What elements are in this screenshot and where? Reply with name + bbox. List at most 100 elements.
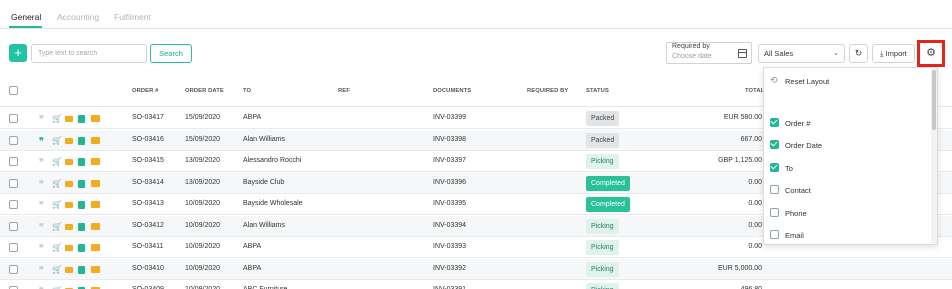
panel-scrollbar-thumb[interactable] (932, 70, 936, 130)
quote-icon[interactable]: ❞ (39, 179, 44, 188)
truck-icon[interactable] (65, 116, 73, 122)
payment-card-icon[interactable] (91, 136, 100, 144)
header-documents[interactable]: DOCUMENTS (433, 88, 471, 94)
payment-card-icon[interactable] (91, 222, 100, 230)
cart-icon[interactable]: 🛒 (52, 200, 62, 209)
invoice-number[interactable]: INV-03395 (433, 200, 466, 207)
import-button[interactable]: ⤓ Import (872, 44, 915, 63)
cart-icon[interactable]: 🛒 (52, 265, 62, 274)
search-button[interactable]: Search (150, 44, 192, 63)
required-by-date-picker[interactable]: Required by Choose date (666, 42, 752, 64)
invoice-number[interactable]: INV-03396 (433, 179, 466, 186)
header-ref[interactable]: REF (338, 88, 350, 94)
row-checkbox[interactable] (9, 178, 18, 188)
column-toggle-item[interactable]: Order Date (764, 135, 934, 155)
invoice-number[interactable]: INV-03398 (433, 136, 466, 143)
cart-icon[interactable]: 🛒 (52, 179, 62, 188)
row-checkbox[interactable] (9, 157, 18, 166)
invoice-icon[interactable] (78, 244, 85, 252)
column-toggle-item[interactable]: Contact (764, 180, 934, 200)
row-checkbox[interactable] (9, 264, 18, 274)
quote-icon[interactable]: ❞ (39, 115, 44, 124)
column-toggle-checkbox[interactable] (770, 230, 779, 239)
payment-card-icon[interactable] (91, 158, 100, 165)
row-checkbox[interactable] (9, 243, 18, 252)
truck-icon[interactable] (65, 266, 73, 273)
invoice-number[interactable]: INV-03392 (433, 265, 466, 272)
quote-icon[interactable]: ❞ (39, 222, 44, 231)
search-input[interactable] (31, 44, 147, 63)
payment-card-icon[interactable] (91, 201, 100, 208)
invoice-number[interactable]: INV-03394 (433, 222, 466, 229)
payment-card-icon[interactable] (91, 244, 100, 251)
column-toggle-item[interactable]: Order # (764, 113, 934, 133)
row-checkbox[interactable] (9, 114, 18, 123)
select-all-checkbox[interactable] (9, 86, 18, 95)
payment-card-icon[interactable] (91, 265, 100, 273)
column-toggle-checkbox[interactable] (770, 162, 779, 172)
header-total[interactable]: TOTAL (745, 88, 764, 94)
order-number[interactable]: SO-03411 (132, 243, 163, 250)
row-checkbox[interactable] (9, 221, 18, 231)
order-number[interactable]: SO-03417 (132, 114, 164, 121)
truck-icon[interactable] (65, 180, 73, 187)
invoice-number[interactable]: INV-03399 (433, 114, 466, 121)
cart-icon[interactable]: 🛒 (52, 222, 62, 231)
truck-icon[interactable] (65, 202, 73, 208)
reset-layout-item[interactable]: ⟲ Reset Layout (764, 71, 934, 91)
quote-icon[interactable]: ❞ (39, 158, 44, 167)
cart-icon[interactable]: 🛒 (52, 243, 62, 252)
invoice-number[interactable]: INV-03397 (433, 157, 466, 164)
column-toggle-item[interactable]: To (764, 158, 934, 178)
quote-icon[interactable]: ❞ (39, 265, 44, 274)
invoice-icon[interactable] (78, 222, 85, 231)
invoice-icon[interactable] (78, 179, 85, 188)
table-row[interactable]: ❞ 🛒 SO-03410 10/09/2020 ABPA INV-03392 Picking… (0, 258, 952, 280)
column-toggle-checkbox[interactable] (770, 118, 779, 127)
quote-icon[interactable]: ❞ (39, 244, 44, 253)
invoice-icon[interactable] (78, 265, 85, 274)
quote-icon[interactable]: ❞ (39, 201, 44, 210)
invoice-icon[interactable] (78, 201, 85, 209)
order-number[interactable]: SO-03416 (132, 136, 164, 143)
truck-icon[interactable] (65, 137, 73, 144)
column-toggle-item[interactable]: Email (764, 225, 934, 244)
cart-icon[interactable]: 🛒 (52, 157, 62, 166)
column-toggle-checkbox[interactable] (770, 140, 779, 150)
payment-card-icon[interactable] (91, 115, 100, 122)
column-toggle-checkbox[interactable] (770, 185, 779, 195)
header-to[interactable]: TO (243, 88, 251, 94)
order-number[interactable]: SO-03412 (132, 222, 164, 229)
column-toggle-item[interactable]: Phone (764, 203, 934, 223)
cart-icon[interactable]: 🛒 (52, 114, 62, 123)
sales-filter-select[interactable]: All Sales ⌄ (758, 44, 845, 63)
order-number[interactable]: SO-03414 (132, 179, 164, 186)
header-status[interactable]: STATUS (586, 88, 609, 94)
tab-general[interactable]: General (11, 12, 41, 22)
header-order[interactable]: ORDER # (132, 88, 158, 94)
header-order-date[interactable]: ORDER DATE (185, 88, 224, 94)
cart-icon[interactable]: 🛒 (52, 136, 62, 145)
payment-card-icon[interactable] (91, 179, 100, 187)
truck-icon[interactable] (65, 159, 73, 165)
invoice-icon[interactable] (78, 115, 85, 123)
truck-icon[interactable] (65, 223, 73, 230)
tab-accounting[interactable]: Accounting (57, 12, 99, 22)
order-number[interactable]: SO-03415 (132, 157, 164, 164)
truck-icon[interactable] (65, 245, 73, 251)
panel-scrollbar[interactable] (931, 68, 937, 244)
add-order-button[interactable]: + (9, 44, 27, 62)
order-number[interactable]: SO-03413 (132, 200, 164, 207)
invoice-icon[interactable] (78, 136, 85, 145)
order-number[interactable]: SO-03410 (132, 265, 164, 272)
header-required-by[interactable]: REQUIRED BY (527, 88, 568, 94)
refresh-button[interactable]: ↻ (849, 44, 868, 63)
row-checkbox[interactable] (9, 200, 18, 209)
tab-fulfilment[interactable]: Fulfilment (114, 12, 151, 22)
invoice-number[interactable]: INV-03393 (433, 243, 466, 250)
settings-button[interactable]: ⚙ (917, 40, 945, 67)
calendar-icon[interactable] (738, 49, 747, 58)
row-checkbox[interactable] (9, 135, 18, 145)
table-row[interactable]: ❞🛒SO-0340910/09/2020ABC FurnitureINV-033… (0, 280, 952, 289)
quote-icon[interactable]: ❞ (39, 136, 44, 145)
